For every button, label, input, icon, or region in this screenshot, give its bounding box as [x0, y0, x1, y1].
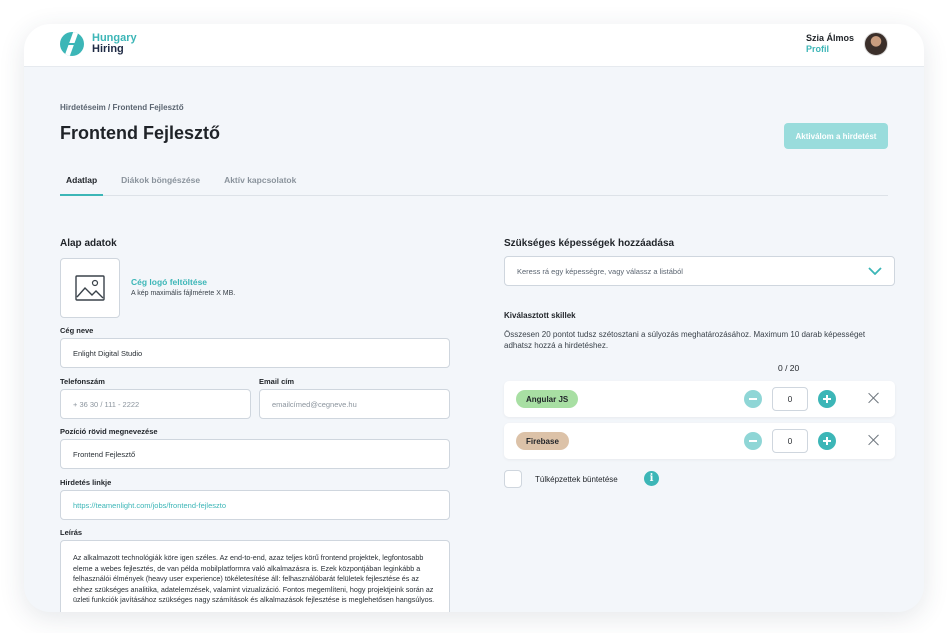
- email-label: Email cím: [259, 377, 295, 386]
- decrease-button[interactable]: [744, 432, 762, 450]
- company-name-field[interactable]: Enlight Digital Studio: [60, 338, 450, 368]
- tab-adatlap[interactable]: Adatlap: [60, 172, 104, 196]
- position-field[interactable]: Frontend Fejlesztő: [60, 439, 450, 469]
- description-label: Leírás: [60, 528, 83, 537]
- page-title: Frontend Fejlesztő: [60, 123, 221, 143]
- ad-link-label: Hirdetés linkje: [60, 478, 112, 487]
- skill-search-placeholder: Keress rá egy képességre, vagy válassz a…: [517, 266, 683, 276]
- overqualified-checkbox[interactable]: [504, 470, 522, 488]
- logo[interactable]: Hungary Hiring: [60, 32, 137, 56]
- decrease-button[interactable]: [744, 390, 762, 408]
- chevron-down-icon: [868, 267, 882, 275]
- skills-section-title: Szükséges képességek hozzáadása: [504, 238, 675, 249]
- skill-tag: Angular JS: [516, 390, 579, 408]
- logo-text: Hungary Hiring: [92, 33, 137, 55]
- logo-icon: [60, 32, 84, 56]
- avatar[interactable]: [864, 32, 888, 56]
- tab-browse-students[interactable]: Diákok böngészése: [115, 172, 206, 196]
- increase-button[interactable]: [818, 432, 836, 450]
- increase-button[interactable]: [818, 390, 836, 408]
- ad-link-field[interactable]: https://teamenlight.com/jobs/frontend-fe…: [60, 490, 450, 520]
- skill-row: Firebase 0: [504, 423, 895, 459]
- description-textarea[interactable]: Az alkalmazott technológiák köre igen sz…: [60, 540, 450, 612]
- user-greeting: Szia Álmos: [805, 33, 854, 43]
- basic-data-title: Alap adatok: [60, 238, 117, 249]
- weight-field[interactable]: 0: [772, 387, 808, 411]
- phone-label: Telefonszám: [60, 377, 105, 386]
- points-counter: 0 / 20: [778, 363, 800, 373]
- email-field[interactable]: emailcímed@cegneve.hu: [259, 389, 450, 419]
- image-icon: [75, 275, 105, 301]
- phone-field[interactable]: + 36 30 / 111 - 2222: [60, 389, 251, 419]
- profile-link[interactable]: Profil: [806, 44, 854, 55]
- close-icon[interactable]: [868, 434, 880, 446]
- breadcrumb[interactable]: Hirdetéseim / Frontend Fejlesztő: [60, 103, 184, 112]
- logo-upload-box[interactable]: [60, 258, 120, 318]
- activate-ad-button[interactable]: Aktiválom a hirdetést: [784, 123, 888, 149]
- tab-active-connections[interactable]: Aktív kapcsolatok: [218, 172, 302, 196]
- logo-line-2: Hiring: [92, 43, 124, 55]
- tab-bar: Adatlap Diákok böngészése Aktív kapcsola…: [60, 172, 888, 196]
- upload-logo-link[interactable]: Cég logó feltöltése: [131, 277, 207, 287]
- app-window: Hungary Hiring Szia Álmos Profil Hirdeté…: [24, 24, 924, 612]
- weight-field[interactable]: 0: [772, 429, 808, 453]
- user-menu: Szia Álmos Profil: [806, 32, 888, 56]
- company-label: Cég neve: [60, 326, 94, 335]
- main-content: Hirdetéseim / Frontend Fejlesztő Fronten…: [60, 67, 895, 612]
- skill-tag: Firebase: [516, 432, 569, 450]
- skill-row: Angular JS 0: [504, 381, 895, 417]
- close-icon[interactable]: [868, 392, 880, 404]
- position-label: Pozíció rövid megnevezése: [60, 427, 158, 436]
- top-bar: Hungary Hiring Szia Álmos Profil: [24, 24, 924, 67]
- user-info: Szia Álmos Profil: [806, 33, 854, 55]
- selected-skills-title: Kiválasztott skillek: [504, 311, 576, 320]
- upload-hint: A kép maximális fájlmérete X MB.: [131, 290, 236, 297]
- skill-search-select[interactable]: Keress rá egy képességre, vagy válassz a…: [504, 256, 895, 286]
- info-icon[interactable]: i: [644, 471, 659, 486]
- overqualified-label: Túlképzettek büntetése: [535, 475, 618, 484]
- skills-description: Összesen 20 pontot tudsz szétosztani a s…: [504, 330, 866, 350]
